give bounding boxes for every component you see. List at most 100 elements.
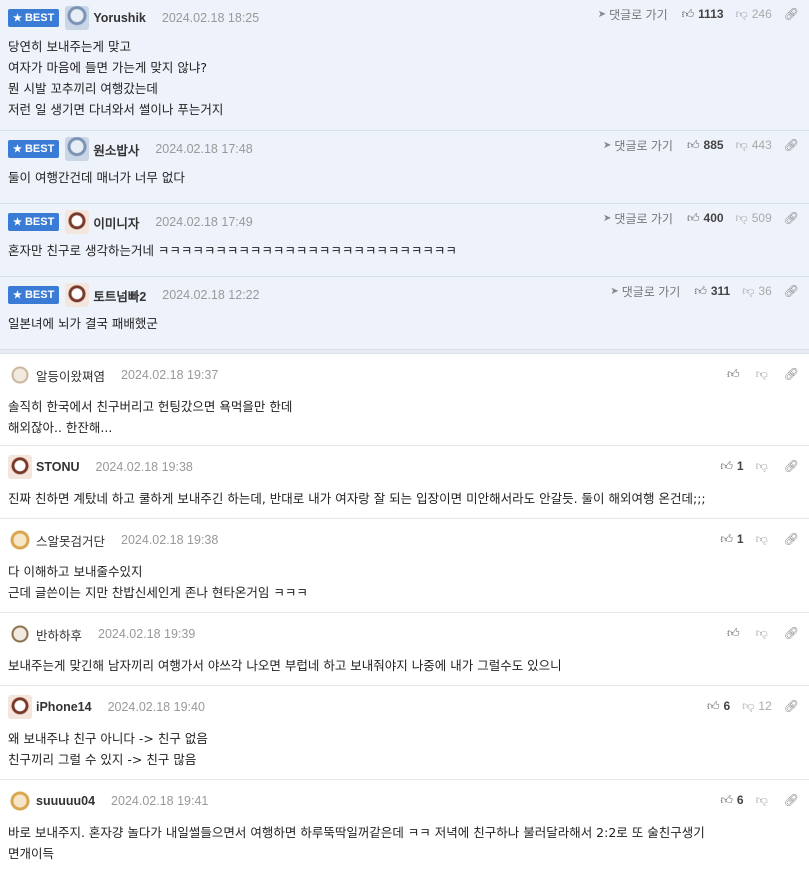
downvote-button[interactable]: 👎︎ 246 — [736, 7, 772, 21]
downvote-button[interactable]: 👎︎ — [756, 460, 772, 472]
downvote-button[interactable]: 👎︎ 12 — [742, 699, 772, 713]
nickname[interactable]: 스알못검거단 — [36, 531, 105, 550]
avatar[interactable] — [8, 622, 32, 646]
best-badge: ★ BEST — [8, 286, 60, 304]
comment: 알등이왔쪄염 2024.02.18 19:37 👍︎ 👎︎ 🔗︎ 솔직히 한국에… — [0, 354, 809, 446]
comment-body: 바로 보내주지. 혼자걍 놀다가 내일썰들으면서 여행하면 하루뚝딱일꺼같은데 … — [8, 825, 705, 861]
upvote-count: 6 — [723, 699, 731, 713]
upvote-button[interactable]: 👍︎ — [727, 368, 744, 380]
downvote-count: 12 — [758, 699, 772, 713]
comment-actions: ➤ 댓글로 가기 👍︎ 1113 👎︎ 246 🔗︎ — [598, 0, 799, 28]
thumbs-down-icon: 👎︎ — [735, 211, 748, 225]
nickname[interactable]: STONU — [36, 460, 80, 474]
comment-actions: ➤ 댓글로 가기 👍︎ 311 👎︎ 36 🔗︎ — [610, 277, 799, 305]
best-comment: ★ BEST 토트넘빠2 2024.02.18 12:22 ➤ 댓글로 가기 👍︎ 3… — [0, 277, 809, 350]
comment-date: 2024.02.18 12:22 — [162, 288, 260, 302]
downvote-button[interactable]: 👎︎ — [756, 627, 772, 639]
avatar[interactable] — [65, 210, 90, 234]
thumbs-down-icon: 👎︎ — [755, 793, 768, 807]
avatar[interactable] — [8, 363, 32, 387]
downvote-button[interactable]: 👎︎ — [756, 794, 772, 806]
star-icon: ★ — [13, 143, 22, 155]
upvote-button[interactable]: 👍︎ 1 — [720, 459, 743, 473]
avatar[interactable] — [65, 6, 90, 30]
link-icon[interactable]: 🔗︎ — [784, 532, 799, 546]
nickname[interactable]: suuuuu04 — [36, 794, 95, 808]
comment-date: 2024.02.18 18:25 — [161, 11, 260, 25]
comment-body: 왜 보내주냐 친구 아니다 -> 친구 없음 친구끼리 그럴 수 있지 -> 친… — [8, 731, 208, 767]
link-icon[interactable]: 🔗︎ — [784, 459, 799, 473]
downvote-button[interactable]: 👎︎ 509 — [736, 211, 772, 225]
nickname[interactable]: 이미니자 — [93, 213, 139, 232]
upvote-button[interactable]: 👍︎ 1 — [720, 532, 743, 546]
thumbs-up-icon: 👍︎ — [720, 793, 733, 807]
send-icon: ➤ — [597, 8, 607, 20]
thumbs-down-icon: 👎︎ — [755, 367, 768, 381]
nickname[interactable]: Yorushik — [93, 11, 146, 25]
goto-comment-link[interactable]: ➤ 댓글로 가기 — [603, 137, 673, 154]
avatar[interactable] — [65, 137, 90, 161]
comment-date: 2024.02.18 17:49 — [155, 215, 253, 229]
best-badge: ★ BEST — [8, 213, 60, 231]
best-comment: ★ BEST 이미니자 2024.02.18 17:49 ➤ 댓글로 가기 👍︎ 40… — [0, 204, 809, 277]
comment-actions: ➤ 댓글로 가기 👍︎ 885 👎︎ 443 🔗︎ — [603, 131, 799, 159]
comment: STONU 2024.02.18 19:38 👍︎ 1 👎︎ 🔗︎ 진짜 친하면 … — [0, 446, 809, 519]
upvote-button[interactable]: 👍︎ 311 — [694, 284, 730, 298]
avatar[interactable] — [8, 455, 32, 479]
upvote-button[interactable]: 👍︎ 1113 — [682, 7, 724, 21]
comment-date: 2024.02.18 17:48 — [155, 142, 253, 156]
link-icon[interactable]: 🔗︎ — [784, 793, 799, 807]
upvote-count: 311 — [710, 284, 731, 298]
comment-body: 보내주는게 맞긴해 남자끼리 여행가서 야쓰각 나오면 부럽네 하고 보내줘야지… — [8, 658, 562, 673]
comment: 스알못검거단 2024.02.18 19:38 👍︎ 1 👎︎ 🔗︎ 다 이해하고… — [0, 519, 809, 613]
link-icon[interactable]: 🔗︎ — [784, 284, 799, 298]
nickname[interactable]: 반하하후 — [36, 625, 82, 644]
goto-comment-link[interactable]: ➤ 댓글로 가기 — [610, 283, 680, 300]
thumbs-down-icon: 👎︎ — [755, 532, 768, 546]
comment: suuuuu04 2024.02.18 19:41 👍︎ 6 👎︎ 🔗︎ 바로 보… — [0, 780, 809, 874]
comment-body: 둘이 여행간건데 매너가 너무 없다 — [8, 170, 185, 185]
comment: iPhone14 2024.02.18 19:40 👍︎ 6 👎︎ 12 🔗︎ 왜 … — [0, 686, 809, 780]
thumbs-down-icon: 👎︎ — [735, 138, 748, 152]
downvote-button[interactable]: 👎︎ 36 — [742, 284, 772, 298]
avatar[interactable] — [8, 789, 32, 813]
avatar[interactable] — [65, 283, 90, 307]
avatar[interactable] — [8, 528, 32, 552]
avatar[interactable] — [8, 695, 32, 719]
upvote-button[interactable]: 👍︎ 6 — [720, 793, 743, 807]
upvote-button[interactable]: 👍︎ 885 — [687, 138, 724, 152]
link-icon[interactable]: 🔗︎ — [784, 699, 799, 713]
link-icon[interactable]: 🔗︎ — [784, 211, 799, 225]
nickname[interactable]: 토트넘빠2 — [93, 286, 146, 305]
thumbs-down-icon: 👎︎ — [755, 626, 768, 640]
nickname[interactable]: iPhone14 — [36, 700, 92, 714]
upvote-button[interactable]: 👍︎ — [727, 627, 744, 639]
star-icon: ★ — [13, 12, 22, 24]
downvote-button[interactable]: 👎︎ — [756, 368, 772, 380]
comment-date: 2024.02.18 19:38 — [121, 533, 219, 547]
nickname[interactable]: 알등이왔쪄염 — [36, 366, 105, 385]
link-icon[interactable]: 🔗︎ — [784, 626, 799, 640]
goto-comment-link[interactable]: ➤ 댓글로 가기 — [603, 210, 673, 227]
star-icon: ★ — [13, 216, 22, 228]
link-icon[interactable]: 🔗︎ — [784, 138, 799, 152]
upvote-button[interactable]: 👍︎ 400 — [687, 211, 724, 225]
link-icon[interactable]: 🔗︎ — [784, 7, 799, 21]
thumbs-down-icon: 👎︎ — [742, 699, 755, 713]
comment-header: 스알못검거단 2024.02.18 19:38 — [8, 519, 801, 561]
thumbs-down-icon: 👎︎ — [755, 459, 768, 473]
downvote-button[interactable]: 👎︎ — [756, 533, 772, 545]
comment-body: 진짜 친하면 계탔네 하고 쿨하게 보내주긴 하는데, 반대로 내가 여자랑 잘… — [8, 491, 706, 506]
best-comment: ★ BEST 원소밥사 2024.02.18 17:48 ➤ 댓글로 가기 👍︎ 88… — [0, 131, 809, 204]
send-icon: ➤ — [610, 285, 619, 297]
comment-body: 다 이해하고 보내줄수있지 근데 글쓴이는 지만 찬밥신세인게 존나 현타온거임… — [8, 564, 308, 600]
comment-body: 일본녀에 뇌가 결국 패배했군 — [8, 316, 158, 331]
upvote-button[interactable]: 👍︎ 6 — [707, 699, 730, 713]
downvote-button[interactable]: 👎︎ 443 — [736, 138, 772, 152]
upvote-count: 885 — [703, 138, 724, 152]
upvote-count: 400 — [703, 211, 724, 225]
link-icon[interactable]: 🔗︎ — [784, 367, 799, 381]
goto-comment-link[interactable]: ➤ 댓글로 가기 — [598, 6, 668, 23]
nickname[interactable]: 원소밥사 — [93, 140, 139, 159]
send-icon: ➤ — [603, 212, 612, 224]
